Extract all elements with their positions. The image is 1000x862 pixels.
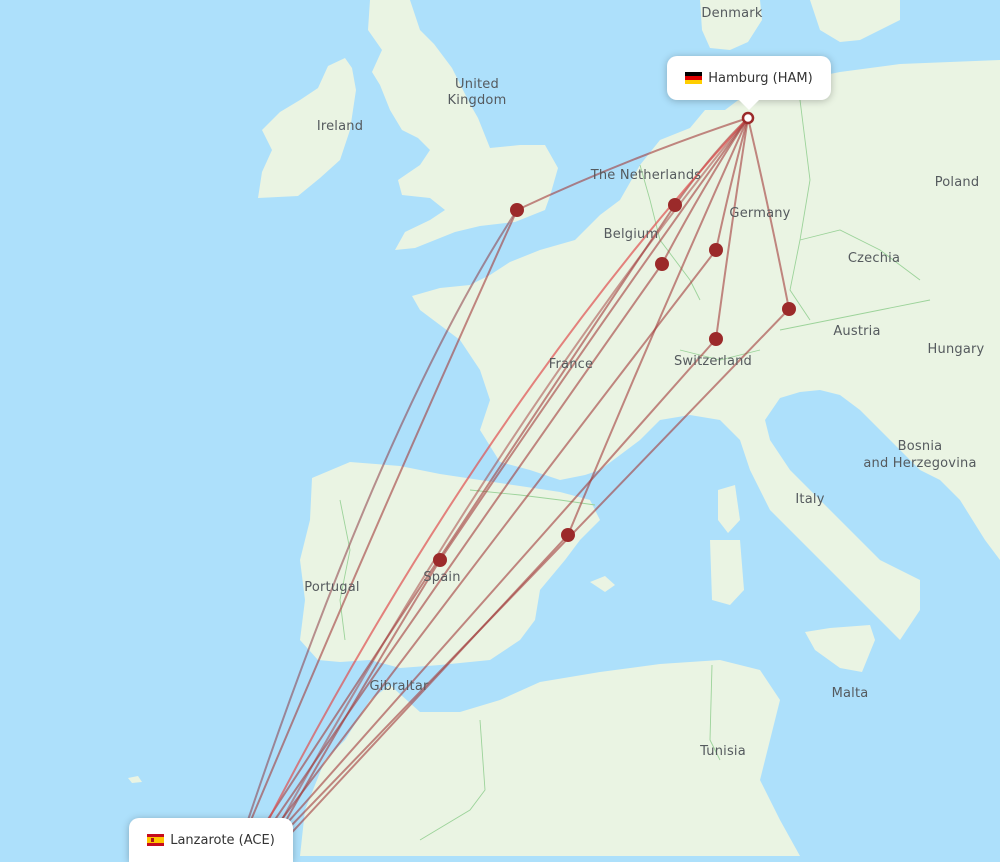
land-sweden [810,0,900,42]
label-bosnia-2: and Herzegovina [863,456,977,471]
destination-popup[interactable]: Hamburg (HAM) [667,56,831,110]
destination-label: Hamburg (HAM) [708,70,813,86]
land-sicily [805,625,875,672]
label-united-kingdom-2: Kingdom [447,93,507,108]
label-netherlands: The Netherlands [590,168,702,183]
label-czechia: Czechia [847,251,901,266]
stopover-marker-munich[interactable] [782,302,796,316]
label-germany: Germany [729,206,791,221]
label-italy: Italy [795,492,825,507]
hamburg-marker[interactable] [741,111,755,125]
germany-flag-icon [685,72,703,84]
stopover-marker-frankfurt[interactable] [709,243,723,257]
origin-label: Lanzarote (ACE) [170,832,275,848]
label-malta: Malta [831,686,869,701]
label-hungary: Hungary [927,342,985,357]
label-france: France [548,357,594,372]
label-denmark: Denmark [701,6,763,21]
label-ireland: Ireland [316,119,364,134]
origin-popup[interactable]: Lanzarote (ACE) [129,818,293,862]
label-tunisia: Tunisia [700,744,746,759]
stopover-marker-zurich[interactable] [709,332,723,346]
label-united-kingdom: United [455,77,499,92]
label-bosnia: Bosnia [897,439,943,454]
label-belgium: Belgium [603,227,659,242]
label-switzerland: Switzerland [673,354,753,369]
land-balearics [590,576,615,592]
land-great-britain [368,0,558,250]
stopover-marker-london[interactable] [510,203,524,217]
stopover-marker-madrid[interactable] [433,553,447,567]
label-gibraltar: Gibraltar [369,679,429,694]
land-corsica [718,485,740,533]
land-sardinia [710,540,744,605]
stopover-marker-barcelona[interactable] [561,528,575,542]
land-layer [128,0,1000,856]
label-poland: Poland [934,175,980,190]
land-madeira [128,776,142,783]
stopover-marker-amsterdam[interactable] [668,198,682,212]
map-canvas[interactable] [0,0,1000,856]
spain-flag-icon [147,834,165,846]
stopover-marker-düsseldorf[interactable] [655,257,669,271]
label-austria: Austria [833,324,881,339]
label-portugal: Portugal [304,580,360,595]
label-spain: Spain [423,570,461,585]
